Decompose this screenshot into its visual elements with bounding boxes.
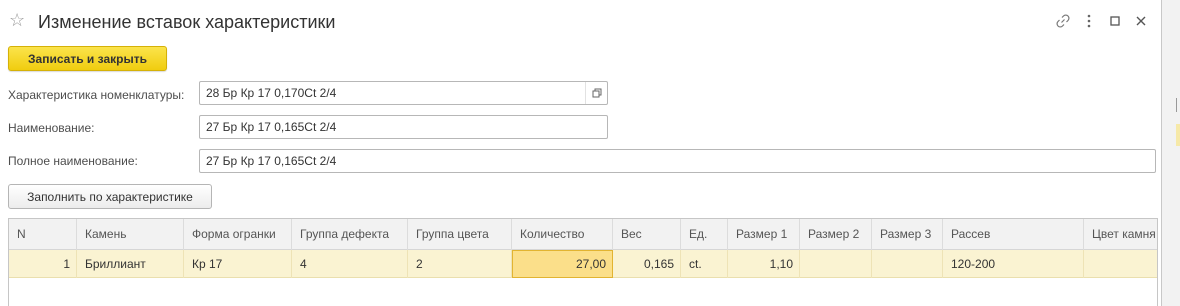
save-and-close-button[interactable]: Записать и закрыть xyxy=(8,46,167,71)
cell-weight[interactable]: 0,165 xyxy=(613,250,681,278)
full-name-field[interactable]: 27 Бр Кр 17 0,165Ct 2/4 xyxy=(199,149,1156,173)
name-label: Наименование: xyxy=(8,121,95,135)
more-actions-icon[interactable] xyxy=(1076,10,1102,32)
maximize-icon[interactable] xyxy=(1102,10,1128,32)
table-header: N Камень Форма огранки Группа дефекта Гр… xyxy=(9,219,1157,250)
cell-size-2[interactable] xyxy=(800,250,872,278)
background-window-edge xyxy=(1162,0,1180,306)
full-name-label: Полное наименование: xyxy=(8,154,138,168)
column-header-cut-shape[interactable]: Форма огранки xyxy=(184,219,292,250)
characteristic-value: 28 Бр Кр 17 0,170Ct 2/4 xyxy=(206,86,337,100)
column-header-unit[interactable]: Ед. xyxy=(681,219,728,250)
column-header-stone[interactable]: Камень xyxy=(77,219,184,250)
open-icon[interactable] xyxy=(585,82,607,104)
column-header-sieve[interactable]: Рассев xyxy=(943,219,1084,250)
name-value: 27 Бр Кр 17 0,165Ct 2/4 xyxy=(206,120,337,134)
column-header-stone-color[interactable]: Цвет камня xyxy=(1084,219,1157,250)
name-field[interactable]: 27 Бр Кр 17 0,165Ct 2/4 xyxy=(199,115,608,139)
cell-n[interactable]: 1 xyxy=(9,250,77,278)
title-bar: ☆ Изменение вставок характеристики xyxy=(0,0,1162,42)
column-header-quantity[interactable]: Количество xyxy=(512,219,613,250)
window-title: Изменение вставок характеристики xyxy=(38,12,336,32)
cell-stone[interactable]: Бриллиант xyxy=(77,250,184,278)
cell-color-group[interactable]: 2 xyxy=(408,250,512,278)
background-divider xyxy=(1176,98,1180,112)
cell-stone-color[interactable] xyxy=(1084,250,1157,278)
column-header-n[interactable]: N xyxy=(9,219,77,250)
characteristic-label: Характеристика номенклатуры: xyxy=(8,88,185,102)
cell-quantity[interactable]: 27,00 xyxy=(512,250,613,278)
column-header-defect-group[interactable]: Группа дефекта xyxy=(292,219,408,250)
form-window: ☆ Изменение вставок характеристики Запис… xyxy=(0,0,1162,306)
link-icon[interactable] xyxy=(1050,10,1076,32)
favorite-star-icon[interactable]: ☆ xyxy=(9,11,25,29)
column-header-color-group[interactable]: Группа цвета xyxy=(408,219,512,250)
cell-size-3[interactable] xyxy=(872,250,943,278)
fill-by-characteristic-button[interactable]: Заполнить по характеристике xyxy=(8,184,212,209)
cell-unit[interactable]: ct. xyxy=(681,250,728,278)
background-highlight xyxy=(1176,124,1180,146)
column-header-size-3[interactable]: Размер 3 xyxy=(872,219,943,250)
column-header-size-1[interactable]: Размер 1 xyxy=(728,219,800,250)
table-row[interactable]: 1 Бриллиант Кр 17 4 2 27,00 0,165 ct. 1,… xyxy=(9,250,1157,278)
column-header-weight[interactable]: Вес xyxy=(613,219,681,250)
full-name-value: 27 Бр Кр 17 0,165Ct 2/4 xyxy=(206,154,337,168)
inserts-table: N Камень Форма огранки Группа дефекта Гр… xyxy=(8,218,1158,306)
column-header-size-2[interactable]: Размер 2 xyxy=(800,219,872,250)
characteristic-field[interactable]: 28 Бр Кр 17 0,170Ct 2/4 xyxy=(199,81,608,105)
cell-defect-group[interactable]: 4 xyxy=(292,250,408,278)
cell-sieve[interactable]: 120-200 xyxy=(943,250,1084,278)
window-controls xyxy=(1050,10,1154,32)
cell-cut-shape[interactable]: Кр 17 xyxy=(184,250,292,278)
close-icon[interactable] xyxy=(1128,10,1154,32)
cell-size-1[interactable]: 1,10 xyxy=(728,250,800,278)
